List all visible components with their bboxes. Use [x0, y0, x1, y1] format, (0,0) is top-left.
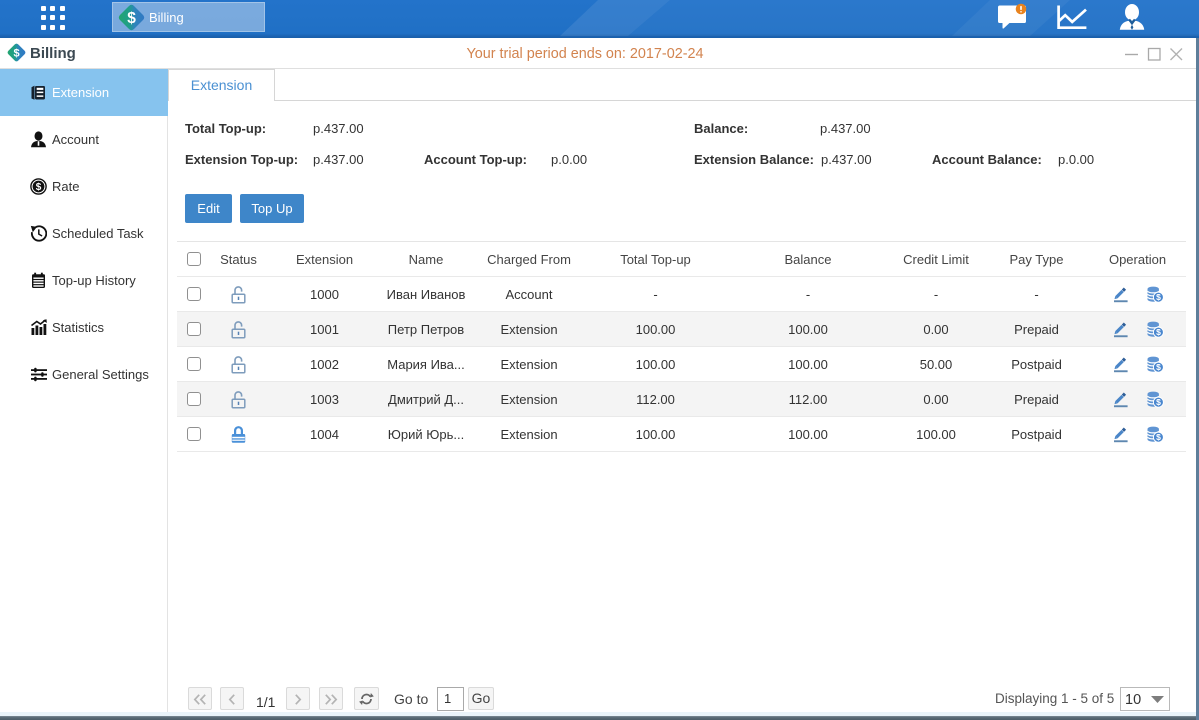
svg-text:$: $	[1156, 432, 1161, 442]
svg-text:$: $	[13, 48, 19, 60]
svg-text:$: $	[127, 10, 136, 27]
svg-text:$: $	[36, 182, 42, 193]
svg-text:$: $	[1156, 362, 1161, 372]
svg-text:$: $	[1156, 327, 1161, 337]
svg-text:$: $	[1156, 292, 1161, 302]
svg-text:$: $	[1156, 397, 1161, 407]
